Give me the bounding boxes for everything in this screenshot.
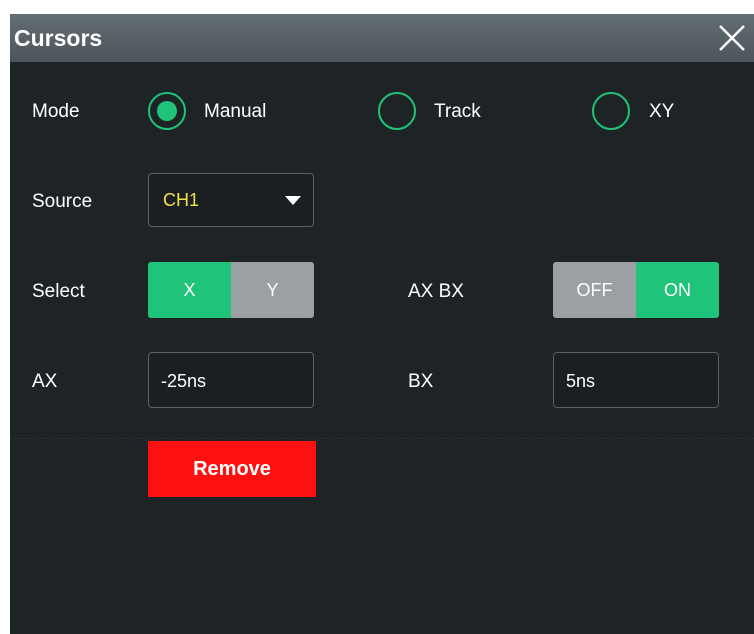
axbx-label: AX BX xyxy=(408,281,464,302)
source-dropdown[interactable]: CH1 xyxy=(148,173,314,227)
grid-divider xyxy=(10,438,754,439)
radio-xy[interactable] xyxy=(592,92,630,130)
source-label: Source xyxy=(32,191,93,212)
radio-ring xyxy=(592,92,630,130)
ax-label: AX xyxy=(32,371,58,392)
bx-label: BX xyxy=(408,371,434,392)
mode-label: Mode xyxy=(32,101,80,122)
radio-track[interactable] xyxy=(378,92,416,130)
caret-down-icon xyxy=(285,196,301,205)
axbx-toggle: OFF ON xyxy=(553,262,719,318)
radio-ring xyxy=(378,92,416,130)
select-toggle: X Y xyxy=(148,262,314,318)
axbx-off-option[interactable]: OFF xyxy=(553,262,636,318)
radio-xy-label[interactable]: XY xyxy=(649,101,674,123)
title-bar: Cursors xyxy=(10,14,754,62)
select-x-option[interactable]: X xyxy=(148,262,231,318)
axbx-on-option[interactable]: ON xyxy=(636,262,719,318)
bx-input[interactable]: 5ns xyxy=(553,352,719,408)
cursors-dialog: Cursors Mode Manual Track XY Source CH1 … xyxy=(10,14,754,634)
close-icon[interactable] xyxy=(716,22,748,54)
bx-value: 5ns xyxy=(566,371,596,391)
radio-manual[interactable] xyxy=(148,92,186,130)
source-value: CH1 xyxy=(163,190,200,210)
select-label: Select xyxy=(32,281,85,302)
radio-manual-label[interactable]: Manual xyxy=(204,101,266,123)
dialog-title: Cursors xyxy=(14,25,103,51)
ax-value: -25ns xyxy=(161,371,207,391)
ax-input[interactable]: -25ns xyxy=(148,352,314,408)
radio-track-label[interactable]: Track xyxy=(434,101,481,123)
select-y-option[interactable]: Y xyxy=(231,262,314,318)
remove-button[interactable]: Remove xyxy=(148,441,316,497)
radio-selected-dot xyxy=(157,101,177,121)
